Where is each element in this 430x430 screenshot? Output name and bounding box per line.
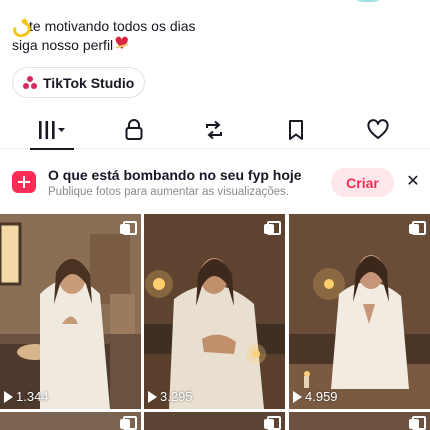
studio-icon	[23, 75, 37, 90]
tab-reposts[interactable]	[184, 111, 244, 149]
close-icon[interactable]: ✕	[404, 172, 422, 192]
tab-videos[interactable]	[22, 111, 82, 150]
video-thumbnail	[0, 214, 141, 409]
tab-favorites[interactable]	[266, 111, 326, 149]
video-tile[interactable]	[289, 412, 430, 430]
view-count: 4.959	[293, 389, 338, 404]
multi-photo-icon	[264, 416, 281, 430]
video-thumbnail	[289, 214, 430, 409]
studio-button-label: TikTok Studio	[43, 74, 135, 91]
grid-icon	[39, 121, 65, 139]
multi-photo-icon	[409, 221, 426, 235]
view-count: 1.344	[4, 389, 49, 404]
top-decoration	[348, 0, 388, 2]
view-count-value: 3.295	[160, 389, 193, 404]
add-photo-icon	[12, 171, 36, 193]
tiktok-studio-button[interactable]: TikTok Studio	[12, 67, 146, 98]
multi-photo-icon	[409, 416, 426, 430]
fyp-title: O que está bombando no seu fyp hoje	[48, 167, 302, 183]
play-icon	[4, 390, 13, 403]
heart-ribbon-icon	[114, 35, 130, 54]
profile-bio: te motivando todos os dias siga nosso pe…	[12, 17, 196, 55]
video-thumbnail	[144, 214, 285, 409]
view-count-value: 1.344	[16, 389, 49, 404]
bio-text-1: te motivando todos os dias	[29, 18, 196, 34]
video-tile[interactable]: 3.295	[144, 214, 285, 409]
bookmark-icon	[289, 120, 303, 140]
play-icon	[293, 390, 302, 403]
tab-private[interactable]	[104, 111, 164, 149]
video-grid: 1.344 3.295 4.959	[0, 214, 430, 430]
bio-line-2: siga nosso perfil	[12, 35, 196, 55]
view-count-value: 4.959	[305, 389, 338, 404]
multi-photo-icon	[264, 221, 281, 235]
bio-text-2: siga nosso perfil	[12, 37, 114, 53]
bio-line-1: te motivando todos os dias	[12, 17, 196, 36]
tab-liked[interactable]	[348, 111, 408, 149]
video-tile[interactable]: 4.959	[289, 214, 430, 409]
profile-tabs	[0, 111, 430, 150]
lock-icon	[125, 119, 143, 140]
view-count: 3.295	[148, 389, 193, 404]
repost-icon	[206, 120, 222, 140]
video-tile[interactable]	[0, 412, 141, 430]
fyp-banner: O que está bombando no seu fyp hoje Publ…	[0, 160, 430, 206]
multi-photo-icon	[120, 416, 137, 430]
dizzy-icon	[12, 19, 27, 34]
create-button[interactable]: Criar	[331, 168, 394, 197]
multi-photo-icon	[120, 221, 137, 235]
video-tile[interactable]: 1.344	[0, 214, 141, 409]
video-tile[interactable]	[144, 412, 285, 430]
fyp-subtitle: Publique fotos para aumentar as visualiz…	[48, 186, 290, 198]
heart-icon	[367, 119, 389, 139]
play-icon	[148, 390, 157, 403]
